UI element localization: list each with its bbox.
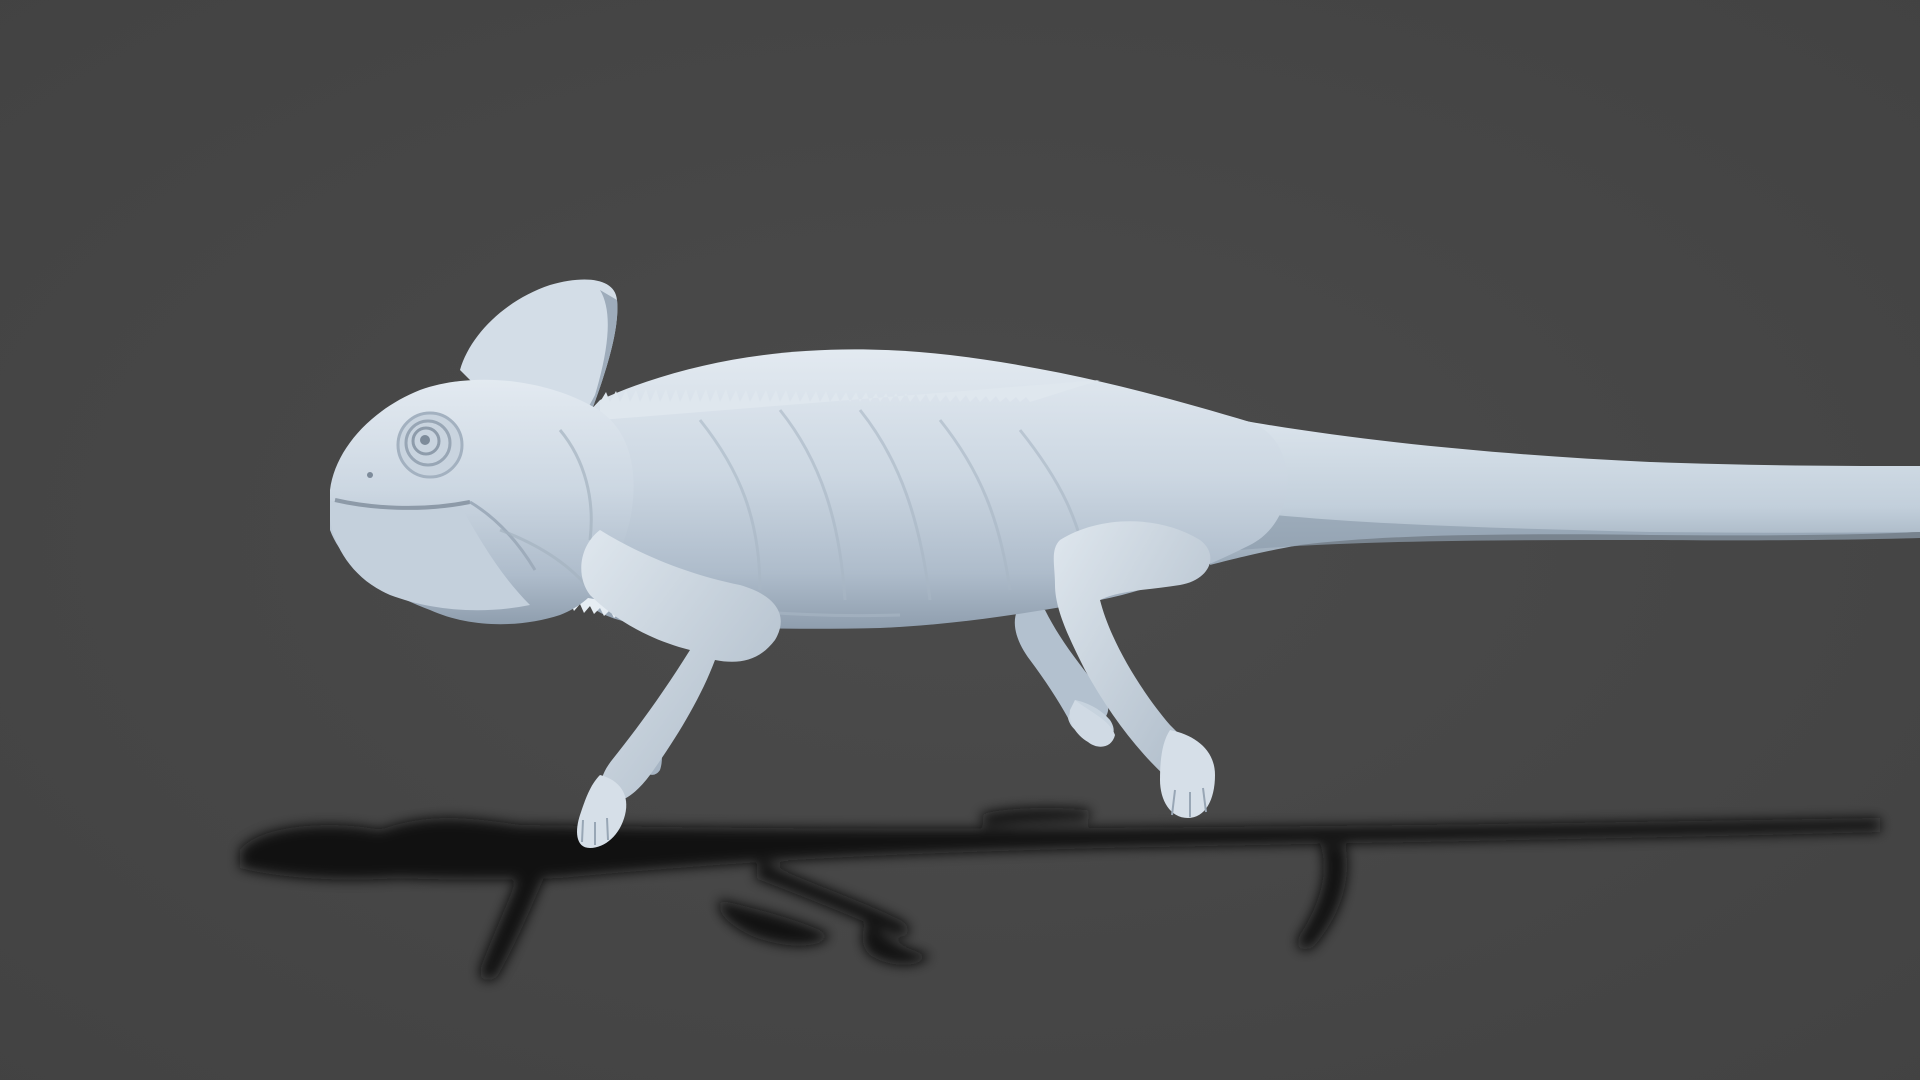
- render-canvas: [0, 0, 1920, 1080]
- render-viewport: [0, 0, 1920, 1080]
